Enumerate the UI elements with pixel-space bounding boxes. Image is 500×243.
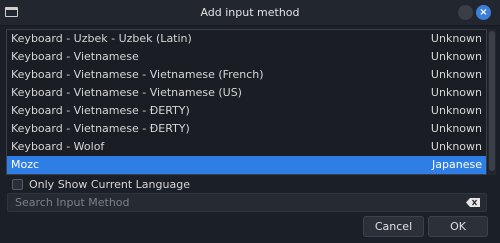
input-method-language: Japanese xyxy=(432,158,482,171)
input-method-language: Unknown xyxy=(430,68,482,81)
input-method-list[interactable]: Keyboard - Uzbek - Uzbek (Latin) Unknown… xyxy=(6,29,487,175)
only-current-language-label: Only Show Current Language xyxy=(29,177,190,191)
input-method-language: Unknown xyxy=(430,104,482,117)
minimize-button[interactable] xyxy=(458,5,473,20)
list-item[interactable]: Keyboard - Vietnamese Unknown xyxy=(7,48,486,66)
input-method-name: Keyboard - Vietnamese xyxy=(11,50,139,63)
close-button[interactable]: × xyxy=(476,5,491,20)
input-method-name: Keyboard - Vietnamese - ĐERTY) xyxy=(11,104,190,117)
input-method-name: Mozc xyxy=(11,158,40,171)
input-method-name: Keyboard - Vietnamese - Vietnamese (Fren… xyxy=(11,68,264,81)
list-item[interactable]: Keyboard - Vietnamese - ĐERTY) Unknown xyxy=(7,102,486,120)
input-method-name: Keyboard - Vietnamese - ĐERTY) xyxy=(11,122,190,135)
only-current-language-option[interactable]: Only Show Current Language xyxy=(12,177,190,191)
input-method-name: Keyboard - Uzbek - Uzbek (Latin) xyxy=(11,32,192,45)
list-item-selected[interactable]: Mozc Japanese xyxy=(7,156,486,174)
list-item[interactable]: Keyboard - Vietnamese - Vietnamese (Fren… xyxy=(7,66,486,84)
input-method-language: Unknown xyxy=(430,122,482,135)
list-item[interactable]: Keyboard - Vietnamese - Vietnamese (US) … xyxy=(7,84,486,102)
search-box[interactable] xyxy=(7,193,487,212)
list-item[interactable]: Keyboard - Vietnamese - ĐERTY) Unknown xyxy=(7,120,486,138)
cancel-button[interactable]: Cancel xyxy=(363,216,424,237)
input-method-language: Unknown xyxy=(430,50,482,63)
input-method-language: Unknown xyxy=(430,140,482,153)
title-bar: Add input method × xyxy=(0,0,500,26)
close-icon: × xyxy=(479,7,488,18)
list-item[interactable]: Keyboard - Wolof Unknown xyxy=(7,138,486,156)
input-method-name: Keyboard - Wolof xyxy=(11,140,105,153)
window-title: Add input method xyxy=(200,6,300,19)
search-input[interactable] xyxy=(8,194,448,211)
input-method-language: Unknown xyxy=(430,86,482,99)
clear-icon[interactable] xyxy=(466,198,480,207)
input-method-name: Keyboard - Vietnamese - Vietnamese (US) xyxy=(11,86,242,99)
list-scrollbar[interactable] xyxy=(488,29,496,175)
input-method-language: Unknown xyxy=(430,32,482,45)
ok-button[interactable]: OK xyxy=(428,216,488,237)
scroll-thumb[interactable] xyxy=(489,31,495,171)
list-item[interactable]: Keyboard - Uzbek - Uzbek (Latin) Unknown xyxy=(7,30,486,48)
only-current-language-checkbox[interactable] xyxy=(12,178,23,190)
